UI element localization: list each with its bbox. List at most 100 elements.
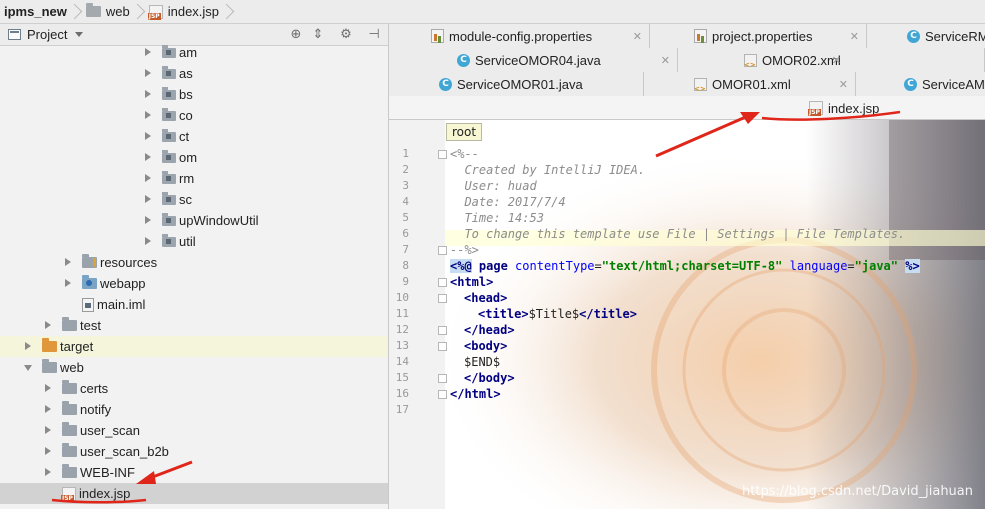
tree-item-package[interactable]: am — [0, 42, 388, 63]
code-token: "text/html;charset=UTF-8" — [601, 259, 783, 273]
crosshair-icon[interactable]: ⊕ — [289, 28, 303, 42]
tree-item-folder[interactable]: user_scan_b2b — [0, 441, 388, 462]
expand-arrow-icon[interactable] — [144, 231, 154, 252]
collapse-icon[interactable]: ⇕ — [311, 28, 325, 42]
fold-marker-icon[interactable] — [438, 342, 447, 351]
expand-arrow-icon[interactable] — [144, 63, 154, 84]
watermark: https://blog.csdn.net/David_jiahuan — [742, 484, 973, 499]
fold-marker-icon[interactable] — [438, 246, 447, 255]
tab-serviceam[interactable]: C ServiceAM — [856, 72, 985, 96]
gear-icon[interactable]: ⚙ — [339, 28, 353, 42]
tab-servicerm[interactable]: C ServiceRM — [867, 24, 985, 48]
tree-item-package[interactable]: co — [0, 105, 388, 126]
tree-item-web[interactable]: web — [0, 357, 388, 378]
tree-item-main-iml[interactable]: main.iml — [0, 294, 388, 315]
fold-marker-icon[interactable] — [438, 278, 447, 287]
tab-index-jsp[interactable]: index.jsp — [795, 96, 915, 120]
tree-item-test[interactable]: test — [0, 315, 388, 336]
breadcrumb-folder[interactable]: web — [85, 0, 134, 24]
expand-arrow-icon[interactable] — [144, 168, 154, 189]
breadcrumb-file-label: index.jsp — [167, 4, 220, 19]
code-token: "java" — [854, 259, 899, 273]
folder-icon — [62, 380, 77, 394]
package-icon — [162, 233, 176, 247]
folder-icon — [42, 359, 57, 373]
expand-arrow-icon[interactable] — [64, 273, 74, 294]
hide-icon[interactable]: ⊣ — [367, 28, 381, 42]
tab-omor01-xml[interactable]: OMOR01.xml ✕ — [644, 72, 856, 96]
jsp-file-icon — [808, 101, 823, 116]
tab-module-config-properties[interactable]: module-config.properties ✕ — [389, 24, 650, 48]
expand-arrow-icon[interactable] — [144, 147, 154, 168]
expand-arrow-icon[interactable] — [24, 336, 34, 357]
tree-item-package[interactable]: upWindowUtil — [0, 210, 388, 231]
expand-arrow-icon[interactable] — [44, 315, 54, 336]
fold-marker-icon[interactable] — [438, 294, 447, 303]
collapse-arrow-icon[interactable] — [24, 357, 34, 378]
fold-marker-icon[interactable] — [438, 374, 447, 383]
line-number: 10 — [395, 291, 409, 304]
project-view-selector[interactable]: Project — [27, 27, 67, 42]
project-view-icon — [8, 29, 21, 40]
chevron-down-icon[interactable] — [75, 32, 84, 37]
tab-omor02-xml[interactable]: OMOR02.xml ✕ — [678, 48, 985, 72]
tree-item-webapp[interactable]: webapp — [0, 273, 388, 294]
expand-arrow-icon[interactable] — [144, 189, 154, 210]
close-icon[interactable]: ✕ — [839, 78, 848, 91]
tree-item-target[interactable]: target — [0, 336, 388, 357]
tree-item-folder[interactable]: WEB-INF — [0, 462, 388, 483]
tree-item-label: WEB-INF — [80, 465, 135, 480]
editor-tabs: module-config.properties ✕ project.prope… — [389, 24, 985, 120]
tree-item-label: notify — [80, 402, 112, 417]
close-icon[interactable]: ✕ — [633, 30, 642, 43]
tree-item-resources[interactable]: resources — [0, 252, 388, 273]
breadcrumb-separator — [134, 0, 143, 24]
tab-serviceomor04-java[interactable]: C ServiceOMOR04.java ✕ — [389, 48, 678, 72]
tab-label: module-config.properties — [449, 28, 593, 44]
fold-marker-icon[interactable] — [438, 150, 447, 159]
tree-item-label: resources — [100, 255, 158, 270]
expand-arrow-icon[interactable] — [64, 252, 74, 273]
breadcrumb-project-label: ipms_new — [4, 4, 67, 19]
close-icon[interactable]: ✕ — [850, 30, 859, 43]
breadcrumb-project[interactable]: ipms_new — [4, 0, 71, 24]
expand-arrow-icon[interactable] — [144, 105, 154, 126]
tree-item-package[interactable]: om — [0, 147, 388, 168]
tab-label: ServiceOMOR04.java — [475, 52, 601, 68]
expand-arrow-icon[interactable] — [44, 399, 54, 420]
java-class-icon: C — [907, 29, 920, 43]
expand-arrow-icon[interactable] — [44, 441, 54, 462]
tree-item-folder[interactable]: notify — [0, 399, 388, 420]
code-editor[interactable]: root 1 2 3 4 5 6 7 8 9 10 11 12 13 14 15… — [389, 120, 985, 509]
expand-arrow-icon[interactable] — [44, 462, 54, 483]
folder-icon — [62, 401, 77, 415]
tree-item-package[interactable]: as — [0, 63, 388, 84]
line-number: 1 — [402, 147, 409, 160]
tree-item-index-jsp[interactable]: index.jsp — [0, 483, 388, 504]
close-icon[interactable]: ✕ — [661, 54, 670, 67]
close-icon[interactable]: ✕ — [832, 54, 841, 67]
tab-project-properties[interactable]: project.properties ✕ — [650, 24, 867, 48]
fold-marker-icon[interactable] — [438, 390, 447, 399]
tree-item-package[interactable]: rm — [0, 168, 388, 189]
expand-arrow-icon[interactable] — [44, 420, 54, 441]
tree-item-package[interactable]: ct — [0, 126, 388, 147]
package-icon — [162, 44, 176, 58]
code-line: <html> — [450, 275, 494, 289]
tree-item-folder[interactable]: certs — [0, 378, 388, 399]
tree-item-package[interactable]: util — [0, 231, 388, 252]
expand-arrow-icon[interactable] — [144, 126, 154, 147]
expand-arrow-icon[interactable] — [144, 42, 154, 63]
line-number: 3 — [402, 179, 409, 192]
fold-marker-icon[interactable] — [438, 326, 447, 335]
expand-arrow-icon[interactable] — [44, 378, 54, 399]
tab-label: OMOR02.xml — [762, 52, 841, 68]
tree-item-folder[interactable]: user_scan — [0, 420, 388, 441]
breadcrumb-file[interactable]: index.jsp — [147, 0, 223, 24]
tab-serviceomor01-java[interactable]: C ServiceOMOR01.java — [389, 72, 644, 96]
tree-item-package[interactable]: sc — [0, 189, 388, 210]
expand-arrow-icon[interactable] — [144, 210, 154, 231]
breadcrumb-separator — [223, 0, 232, 24]
expand-arrow-icon[interactable] — [144, 84, 154, 105]
tree-item-package[interactable]: bs — [0, 84, 388, 105]
